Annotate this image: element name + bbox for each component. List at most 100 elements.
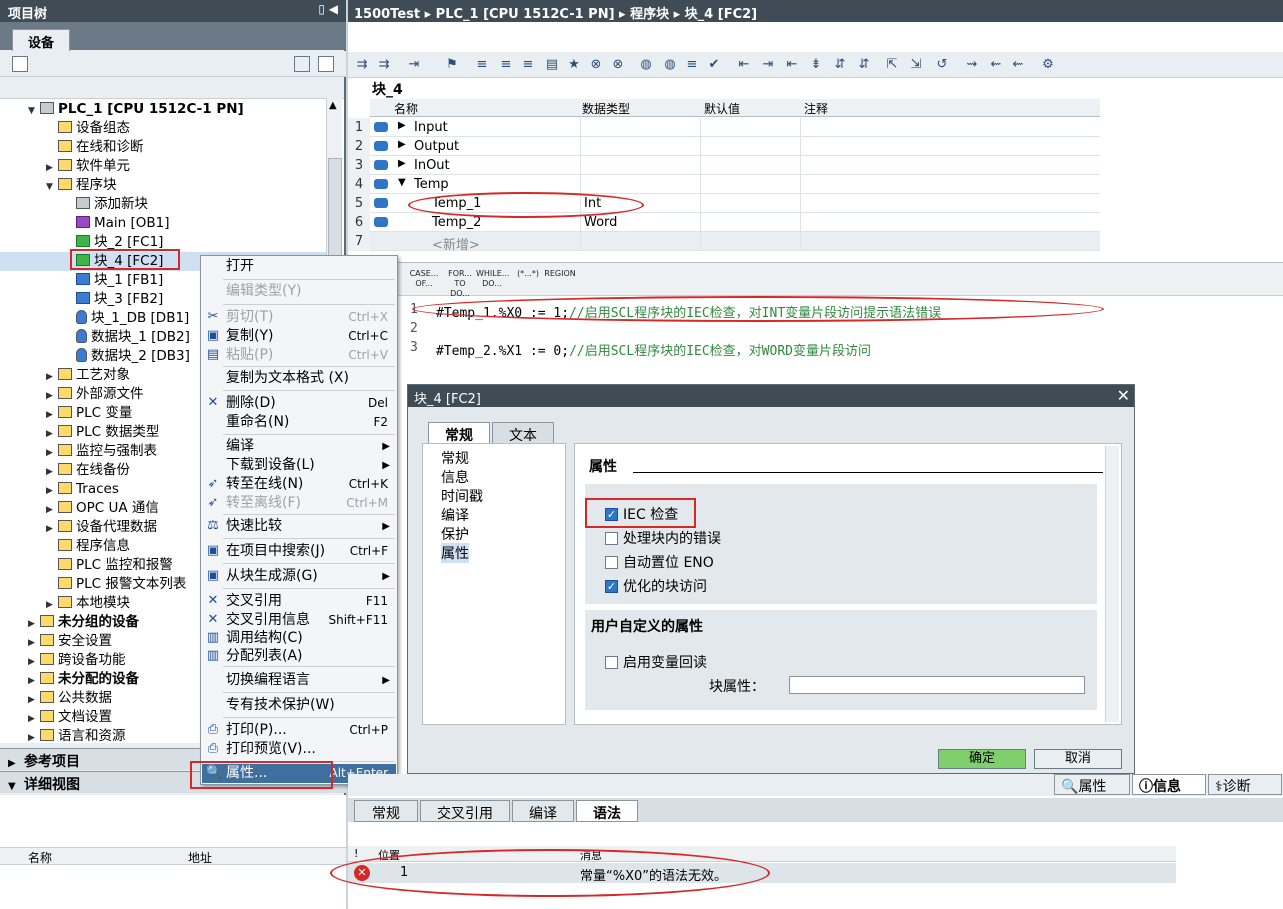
expand-arrow-icon[interactable]: ▼ (28, 102, 40, 121)
tree-item[interactable]: ▶ 软件单元 (46, 157, 130, 176)
menu-item-print-preview[interactable]: ⎙ 打印预览(V)... (202, 740, 396, 759)
block-attr-input[interactable] (789, 676, 1085, 694)
tree-item[interactable]: ▼ PLC_1 [CPU 1512C-1 PN] (28, 100, 244, 119)
menu-item-copy[interactable]: ▣ 复制(Y) Ctrl+C (202, 327, 396, 346)
menu-item-rename[interactable]: 重命名(N) F2 (202, 413, 396, 432)
menu-item-print[interactable]: ⎙ 打印(P)... Ctrl+P (202, 721, 396, 740)
dialog-nav-item[interactable]: 时间戳 (441, 486, 483, 506)
tree-item[interactable]: 块_1_DB [DB1] (64, 309, 189, 328)
toolbar-button-icon[interactable]: ⇟ (808, 57, 824, 73)
toolbar-button-icon[interactable]: ⇥ (760, 57, 776, 73)
scl-template-button[interactable]: FOR... TO DO... (444, 269, 476, 298)
toolbar-button-icon[interactable]: ⇜ (1010, 57, 1026, 73)
toolbar-button-icon[interactable]: ★ (566, 57, 582, 73)
interface-row[interactable]: 3 ▶ InOut (348, 156, 1100, 175)
toolbar-button-icon[interactable]: ◍ (638, 57, 654, 73)
toolbar-button-icon[interactable]: ⇤ (784, 57, 800, 73)
toolbar-button-icon[interactable]: ≡ (474, 57, 490, 73)
menu-item-compare[interactable]: ⚖ 快速比较 ▶ (202, 517, 396, 536)
menu-item-assign-list[interactable]: ▥ 分配列表(A) (202, 647, 396, 666)
scl-template-button[interactable]: REGION (544, 269, 576, 293)
optimized-checkbox[interactable]: ✓ (605, 580, 618, 593)
menu-item-download[interactable]: 下载到设备(L) ▶ (202, 456, 396, 475)
var-type[interactable]: Word (584, 215, 617, 230)
toolbar-button-icon[interactable]: ⚑ (444, 57, 460, 73)
tree-item[interactable]: ▶ 本地模块 (46, 594, 130, 613)
toolbar-button-icon[interactable]: ⇲ (908, 57, 924, 73)
expand-arrow-icon[interactable]: ▼ (46, 178, 58, 197)
toolbar-button-icon[interactable]: ⇥ (406, 57, 422, 73)
tree-item[interactable]: ▶ 未分组的设备 (28, 613, 139, 632)
var-name[interactable]: Output (414, 139, 459, 154)
tree-item[interactable]: PLC 报警文本列表 (46, 575, 186, 594)
interface-row[interactable]: 4 ▼ Temp (348, 175, 1100, 194)
tree-item[interactable]: ▶ 在线备份 (46, 461, 130, 480)
var-name[interactable]: Temp (414, 177, 449, 192)
menu-item-delete[interactable]: ✕ 删除(D) Del (202, 394, 396, 413)
row-expand-icon[interactable]: ▼ (398, 177, 406, 188)
menu-item-switch-lang[interactable]: 切换编程语言 ▶ (202, 671, 396, 690)
tree-item[interactable]: ▶ 安全设置 (28, 632, 112, 651)
dialog-scrollbar[interactable] (1105, 446, 1119, 722)
row-expand-icon[interactable]: ▶ (398, 158, 406, 169)
close-icon[interactable]: ✕ (1117, 386, 1130, 405)
menu-item-call-struct[interactable]: ▥ 调用结构(C) (202, 629, 396, 648)
toolbar-button-icon[interactable]: ◍ (662, 57, 678, 73)
tree-item[interactable]: 数据块_2 [DB3] (64, 347, 190, 366)
cancel-button[interactable]: 取消 (1034, 749, 1122, 769)
tab-info[interactable]: ⓘ信息 (1132, 774, 1206, 795)
tree-item[interactable]: 设备组态 (46, 119, 130, 138)
menu-item-paste[interactable]: ▤ 粘贴(P) Ctrl+V (202, 346, 396, 365)
auto-eno-checkbox[interactable] (605, 556, 618, 569)
toolbar-button-icon[interactable]: ≡ (520, 57, 536, 73)
scl-template-button[interactable]: (*...*) (512, 269, 544, 293)
overview-icon[interactable] (12, 56, 28, 72)
tree-item[interactable]: ▼ 程序块 (46, 176, 117, 195)
toolbar-button-icon[interactable]: ⊗ (588, 57, 604, 73)
toolbar-button-icon[interactable]: ⇝ (964, 57, 980, 73)
tree-item[interactable]: ▶ PLC 变量 (46, 404, 132, 423)
menu-item-search[interactable]: ▣ 在项目中搜索(J) Ctrl+F (202, 542, 396, 561)
tree-item[interactable]: ▶ 公共数据 (28, 689, 112, 708)
tab-general[interactable]: 常规 (428, 422, 490, 444)
var-name[interactable]: Temp_2 (432, 215, 481, 230)
toolbar-button-icon[interactable]: ⇉ (376, 57, 392, 73)
tree-item[interactable]: Main [OB1] (64, 214, 170, 233)
readback-checkbox[interactable] (605, 656, 618, 669)
tree-item[interactable]: ▶ 语言和资源 (28, 727, 126, 746)
subtab-syntax[interactable]: 语法 (576, 800, 638, 822)
tab-properties[interactable]: 🔍属性 (1054, 774, 1130, 795)
tree-item[interactable]: 程序信息 (46, 537, 130, 556)
menu-item-compile[interactable]: 编译 ▶ (202, 437, 396, 456)
menu-item-open[interactable]: 打开 (202, 257, 396, 276)
tree-item[interactable]: ▶ Traces (46, 480, 119, 499)
toolbar-button-icon[interactable]: ⇉ (354, 57, 370, 73)
tab-text[interactable]: 文本 (492, 422, 554, 444)
dialog-nav-item[interactable]: 保护 (441, 524, 469, 544)
toolbar-button-icon[interactable]: ↺ (934, 57, 950, 73)
row-expand-icon[interactable]: ▶ (398, 139, 406, 150)
code-line-3[interactable]: #Temp_2.%X1 := 0;//启用SCL程序块的IEC检查，对WORD变… (436, 340, 871, 359)
tree-item[interactable]: 数据块_1 [DB2] (64, 328, 190, 347)
interface-row[interactable]: 1 ▶ Input (348, 118, 1100, 137)
tree-item[interactable]: ▶ 设备代理数据 (46, 518, 157, 537)
expand-arrow-icon[interactable]: ▶ (28, 729, 40, 748)
var-name[interactable]: InOut (414, 158, 450, 173)
dialog-nav-item[interactable]: 常规 (441, 448, 469, 468)
tree-item[interactable]: 添加新块 (64, 195, 148, 214)
handle-errors-checkbox[interactable] (605, 532, 618, 545)
toolbar-button-icon[interactable]: ⇱ (884, 57, 900, 73)
dialog-nav-item[interactable]: 属性 (441, 543, 469, 563)
interface-row[interactable]: 7 <新增> (348, 232, 1100, 253)
toolbar-button-icon[interactable]: ⇵ (856, 57, 872, 73)
menu-item-xref-info[interactable]: ✕ 交叉引用信息 Shift+F11 (202, 611, 396, 630)
row-expand-icon[interactable]: ▶ (398, 120, 406, 131)
ok-button[interactable]: 确定 (938, 749, 1026, 769)
var-name[interactable]: <新增> (432, 234, 480, 253)
tree-item[interactable]: ▶ 外部源文件 (46, 385, 144, 404)
menu-item-gen-source[interactable]: ▣ 从块生成源(G) ▶ (202, 567, 396, 586)
menu-item-offline[interactable]: ➶ 转至离线(F) Ctrl+M (202, 494, 396, 513)
menu-item-online[interactable]: ➶ 转至在线(N) Ctrl+K (202, 475, 396, 494)
menu-item-cut[interactable]: ✂ 剪切(T) Ctrl+X (202, 308, 396, 327)
toolbar-button-icon[interactable]: ≡ (684, 57, 700, 73)
